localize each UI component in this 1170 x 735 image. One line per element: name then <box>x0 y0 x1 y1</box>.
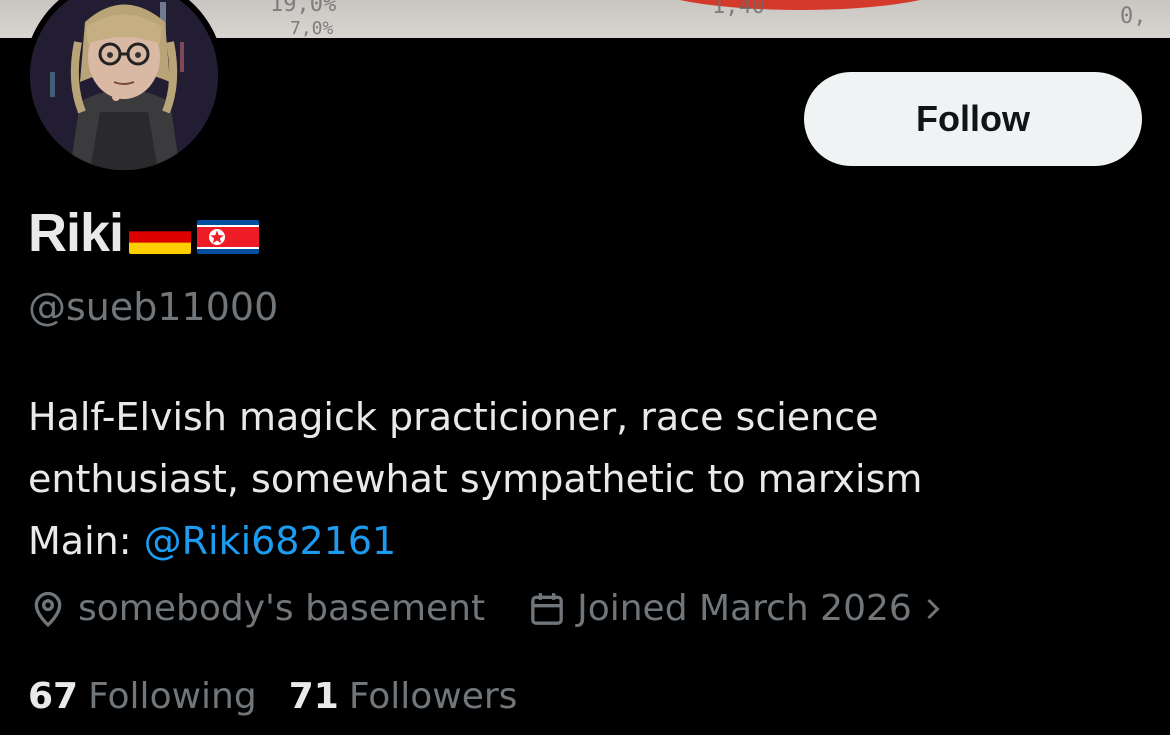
avatar-image <box>30 0 218 170</box>
following-label: Following <box>88 676 257 717</box>
profile-bio: Half-Elvish magick practicioner, race sc… <box>28 386 1128 572</box>
chevron-right-icon <box>922 591 944 627</box>
username-handle: @sueb11000 <box>28 285 279 329</box>
followers-label: Followers <box>348 676 518 717</box>
follow-button[interactable]: Follow <box>804 72 1142 166</box>
north-korea-flag-icon <box>197 220 260 254</box>
display-name: Riki <box>28 203 124 263</box>
profile-page: 19,0% 7,0% 1,40 0, Follow Riki @sueb1100… <box>0 0 1170 735</box>
location-item: somebody's basement <box>28 588 485 629</box>
follow-stats: 67 Following 71 Followers <box>28 676 517 717</box>
following-count: 67 <box>28 676 79 717</box>
bio-line: Half-Elvish magick practicioner, race sc… <box>28 395 879 439</box>
banner-scribble: 7,0% <box>290 18 334 38</box>
main-account-mention-link[interactable]: @Riki682161 <box>144 519 397 563</box>
germany-flag-icon <box>129 220 192 254</box>
banner-scribble: 19,0% <box>270 0 337 17</box>
display-name-row: Riki <box>28 202 260 264</box>
bio-line: enthusiast, somewhat sympathetic to marx… <box>28 457 923 501</box>
profile-meta: somebody's basement Joined March 2026 <box>28 588 944 629</box>
banner-scribble: 1,40 <box>712 0 765 19</box>
banner-red-shape <box>650 0 950 10</box>
location-pin-icon <box>28 589 68 629</box>
followers-count: 71 <box>288 676 339 717</box>
calendar-icon <box>527 589 567 629</box>
avatar[interactable] <box>24 0 224 176</box>
joined-item[interactable]: Joined March 2026 <box>527 588 944 629</box>
followers-stat-link[interactable]: 71 Followers <box>289 676 518 717</box>
bio-main-prefix: Main: <box>28 519 144 563</box>
bio-main-line: Main: @Riki682161 <box>28 510 1128 572</box>
banner-scribble: 0, <box>1120 4 1147 29</box>
following-stat-link[interactable]: 67 Following <box>28 676 257 717</box>
joined-text: Joined March 2026 <box>577 588 912 629</box>
location-text: somebody's basement <box>78 588 486 629</box>
